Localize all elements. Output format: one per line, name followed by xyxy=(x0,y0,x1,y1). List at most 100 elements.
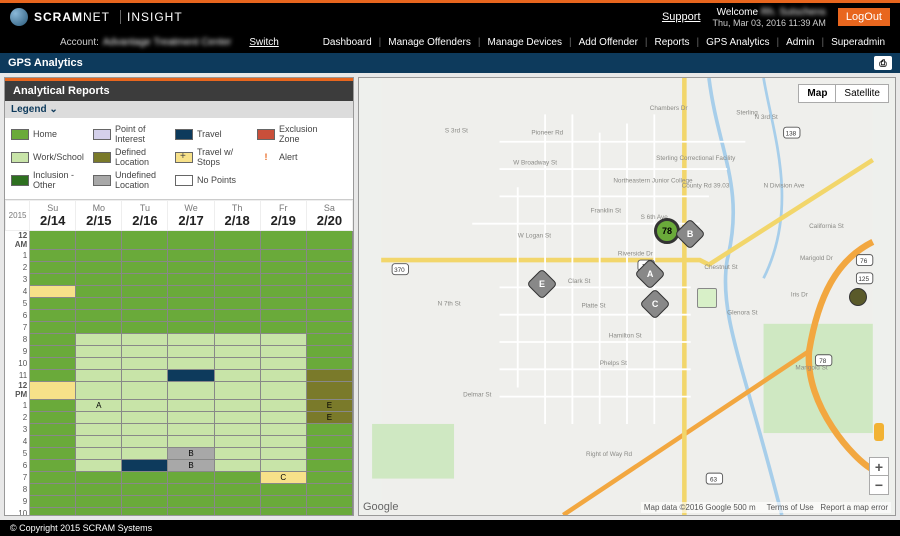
calendar-cell[interactable] xyxy=(122,447,168,459)
calendar-cell[interactable] xyxy=(214,507,260,515)
calendar-cell[interactable] xyxy=(214,411,260,423)
calendar-cell[interactable] xyxy=(76,333,122,345)
calendar-cell[interactable] xyxy=(30,333,76,345)
calendar-cell[interactable] xyxy=(306,321,352,333)
calendar-cell[interactable] xyxy=(260,483,306,495)
nav-dashboard[interactable]: Dashboard xyxy=(318,37,377,48)
calendar-cell[interactable] xyxy=(306,357,352,369)
map-type-satellite[interactable]: Satellite xyxy=(836,85,888,102)
calendar-cell[interactable] xyxy=(306,471,352,483)
calendar-cell[interactable] xyxy=(30,447,76,459)
calendar-cell[interactable] xyxy=(214,333,260,345)
calendar-cell[interactable] xyxy=(260,381,306,399)
calendar-cell[interactable] xyxy=(76,459,122,471)
calendar-cell[interactable] xyxy=(30,423,76,435)
calendar-cell[interactable] xyxy=(30,357,76,369)
calendar-cell[interactable] xyxy=(306,483,352,495)
calendar-cell[interactable] xyxy=(306,261,352,273)
calendar-cell[interactable] xyxy=(168,381,214,399)
calendar-cell[interactable] xyxy=(30,297,76,309)
nav-manage-offenders[interactable]: Manage Offenders xyxy=(383,37,476,48)
calendar-cell[interactable] xyxy=(260,495,306,507)
calendar-cell[interactable] xyxy=(168,399,214,411)
nav-admin[interactable]: Admin xyxy=(781,37,819,48)
zoom-out-button[interactable]: − xyxy=(870,476,888,494)
calendar-cell[interactable] xyxy=(122,423,168,435)
calendar-cell[interactable] xyxy=(214,297,260,309)
calendar-cell[interactable] xyxy=(260,435,306,447)
calendar-cell[interactable] xyxy=(168,507,214,515)
calendar-cell[interactable] xyxy=(122,345,168,357)
calendar-cell[interactable] xyxy=(30,495,76,507)
calendar-cell[interactable] xyxy=(214,381,260,399)
calendar-cell[interactable]: C xyxy=(260,471,306,483)
calendar-cell[interactable] xyxy=(76,381,122,399)
calendar-cell[interactable] xyxy=(306,369,352,381)
calendar-cell[interactable] xyxy=(122,495,168,507)
calendar-cell[interactable] xyxy=(214,249,260,261)
calendar-cell[interactable] xyxy=(306,285,352,297)
calendar-cell[interactable] xyxy=(168,369,214,381)
nav-manage-devices[interactable]: Manage Devices xyxy=(483,37,567,48)
calendar-cell[interactable] xyxy=(306,423,352,435)
calendar-cell[interactable] xyxy=(168,321,214,333)
activity-calendar[interactable]: 2015Su2/14Mo2/15Tu2/16We2/17Th2/18Fr2/19… xyxy=(5,200,353,515)
calendar-cell[interactable] xyxy=(168,471,214,483)
support-link[interactable]: Support xyxy=(662,11,701,23)
calendar-cell[interactable] xyxy=(30,321,76,333)
calendar-cell[interactable] xyxy=(306,381,352,399)
calendar-cell[interactable] xyxy=(168,249,214,261)
calendar-cell[interactable] xyxy=(214,261,260,273)
calendar-cell[interactable]: B xyxy=(168,447,214,459)
calendar-cell[interactable] xyxy=(122,249,168,261)
calendar-cell[interactable] xyxy=(260,297,306,309)
map-type-map[interactable]: Map xyxy=(799,85,836,102)
calendar-cell[interactable] xyxy=(30,261,76,273)
calendar-cell[interactable] xyxy=(260,447,306,459)
calendar-cell[interactable] xyxy=(260,399,306,411)
calendar-cell[interactable] xyxy=(306,231,352,250)
calendar-cell[interactable] xyxy=(306,333,352,345)
calendar-cell[interactable] xyxy=(122,309,168,321)
calendar-cell[interactable] xyxy=(306,345,352,357)
calendar-cell[interactable] xyxy=(30,249,76,261)
calendar-cell[interactable] xyxy=(76,231,122,250)
calendar-cell[interactable] xyxy=(260,273,306,285)
calendar-cell[interactable] xyxy=(260,285,306,297)
map[interactable]: 14138761253706378 Pioneer RdW Broadway S… xyxy=(358,77,896,516)
calendar-cell[interactable] xyxy=(30,435,76,447)
calendar-cell[interactable] xyxy=(122,483,168,495)
calendar-cell[interactable] xyxy=(76,249,122,261)
calendar-cell[interactable] xyxy=(168,297,214,309)
calendar-cell[interactable] xyxy=(30,381,76,399)
calendar-cell[interactable] xyxy=(122,273,168,285)
terms-link[interactable]: Terms of Use xyxy=(767,503,814,512)
calendar-cell[interactable] xyxy=(30,285,76,297)
calendar-cell[interactable] xyxy=(260,507,306,515)
nav-superadmin[interactable]: Superadmin xyxy=(826,37,890,48)
calendar-cell[interactable] xyxy=(76,261,122,273)
calendar-cell[interactable] xyxy=(168,483,214,495)
calendar-cell[interactable] xyxy=(30,507,76,515)
calendar-cell[interactable] xyxy=(122,369,168,381)
calendar-cell[interactable] xyxy=(30,411,76,423)
pegman-icon[interactable] xyxy=(870,423,888,445)
calendar-cell[interactable] xyxy=(306,297,352,309)
calendar-cell[interactable] xyxy=(306,249,352,261)
calendar-cell[interactable] xyxy=(30,459,76,471)
calendar-cell[interactable] xyxy=(260,357,306,369)
calendar-cell[interactable] xyxy=(260,369,306,381)
calendar-cell[interactable] xyxy=(76,495,122,507)
calendar-cell[interactable] xyxy=(76,309,122,321)
calendar-cell[interactable] xyxy=(214,423,260,435)
calendar-cell[interactable] xyxy=(122,399,168,411)
map-marker[interactable] xyxy=(849,288,867,306)
calendar-cell[interactable] xyxy=(76,507,122,515)
calendar-cell[interactable] xyxy=(168,309,214,321)
calendar-cell[interactable] xyxy=(168,333,214,345)
calendar-cell[interactable] xyxy=(260,261,306,273)
calendar-cell[interactable] xyxy=(260,333,306,345)
calendar-cell[interactable] xyxy=(260,321,306,333)
nav-add-offender[interactable]: Add Offender xyxy=(574,37,643,48)
switch-link[interactable]: Switch xyxy=(249,37,278,48)
